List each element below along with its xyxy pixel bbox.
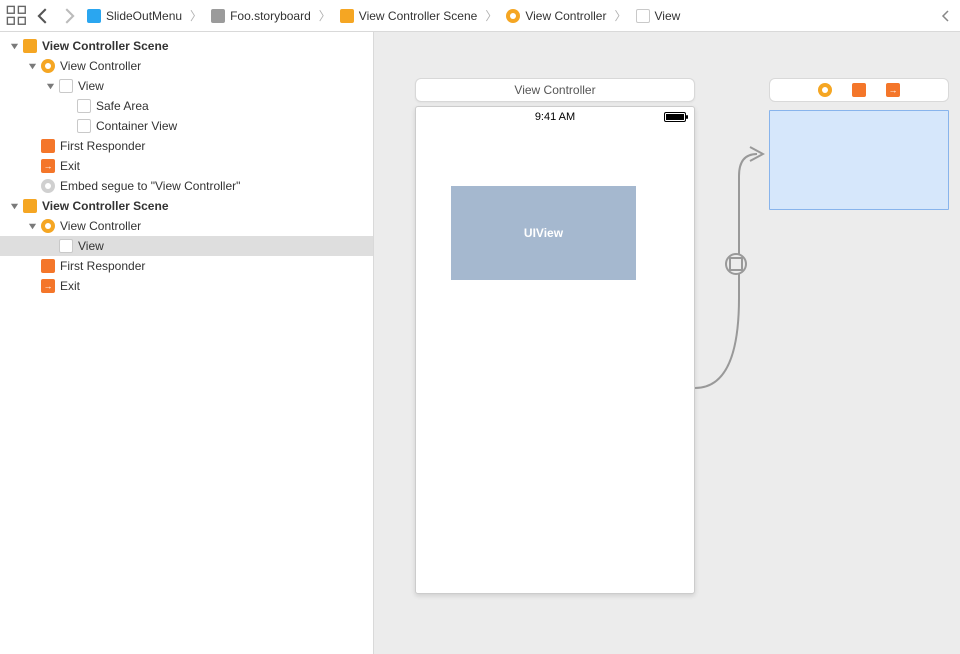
outline-viewcontroller[interactable]: View Controller bbox=[0, 216, 373, 236]
segue-icon bbox=[40, 178, 56, 194]
outline-scene[interactable]: View Controller Scene bbox=[0, 196, 373, 216]
scene-title: View Controller bbox=[514, 83, 595, 97]
crumb-label: SlideOutMenu bbox=[106, 9, 182, 23]
disclosure-triangle-icon[interactable] bbox=[26, 60, 38, 72]
outline-label: View Controller Scene bbox=[42, 39, 169, 53]
embedded-view[interactable] bbox=[769, 110, 949, 210]
outline-first-responder[interactable]: First Responder bbox=[0, 136, 373, 156]
project-icon bbox=[86, 8, 102, 24]
uiview-label: UIView bbox=[524, 226, 563, 240]
outline-viewcontroller[interactable]: View Controller bbox=[0, 56, 373, 76]
disclosure-triangle-icon[interactable] bbox=[8, 200, 20, 212]
view-icon bbox=[58, 78, 74, 94]
view-icon bbox=[635, 8, 651, 24]
outline-label: Embed segue to "View Controller" bbox=[60, 179, 240, 193]
outline-label: View bbox=[78, 239, 104, 253]
scene-icon bbox=[22, 38, 38, 54]
outline-scene[interactable]: View Controller Scene bbox=[0, 36, 373, 56]
outline-label: View Controller bbox=[60, 219, 141, 233]
collapse-editor-button[interactable] bbox=[938, 5, 954, 27]
outline-safe-area[interactable]: Safe Area bbox=[0, 96, 373, 116]
crumb-label: View bbox=[655, 9, 681, 23]
outline-label: View bbox=[78, 79, 104, 93]
viewcontroller-icon bbox=[40, 58, 56, 74]
disclosure-triangle-icon[interactable] bbox=[26, 220, 38, 232]
breadcrumb-bar: SlideOutMenu 〉 Foo.storyboard 〉 View Con… bbox=[0, 0, 960, 32]
storyboard-canvas[interactable]: View Controller 9:41 AM UIView → bbox=[374, 32, 960, 654]
outline-container-view[interactable]: Container View bbox=[0, 116, 373, 136]
scene-title-bar[interactable]: View Controller bbox=[415, 78, 695, 102]
crumb-viewcontroller[interactable]: View Controller bbox=[503, 8, 608, 24]
outline-label: View Controller Scene bbox=[42, 199, 169, 213]
first-responder-icon bbox=[40, 258, 56, 274]
outline-label: Exit bbox=[60, 279, 80, 293]
outline-view[interactable]: View bbox=[0, 76, 373, 96]
embed-segue-badge[interactable] bbox=[725, 253, 747, 275]
related-items-button[interactable] bbox=[6, 5, 28, 27]
scene-title-bar[interactable]: → bbox=[769, 78, 949, 102]
outline-exit[interactable]: → Exit bbox=[0, 156, 373, 176]
scene-icon bbox=[22, 198, 38, 214]
crumb-project[interactable]: SlideOutMenu bbox=[84, 8, 184, 24]
crumb-separator-icon: 〉 bbox=[612, 7, 628, 24]
outline-label: First Responder bbox=[60, 139, 145, 153]
view-icon bbox=[58, 238, 74, 254]
crumb-label: Foo.storyboard bbox=[230, 9, 311, 23]
disclosure-triangle-icon[interactable] bbox=[8, 40, 20, 52]
viewcontroller-icon bbox=[817, 82, 833, 98]
first-responder-icon bbox=[851, 82, 867, 98]
outline-first-responder[interactable]: First Responder bbox=[0, 256, 373, 276]
battery-icon bbox=[664, 112, 686, 122]
crumb-storyboard[interactable]: Foo.storyboard bbox=[208, 8, 313, 24]
status-time: 9:41 AM bbox=[446, 111, 664, 123]
exit-icon: → bbox=[40, 158, 56, 174]
viewcontroller-icon bbox=[505, 8, 521, 24]
exit-icon: → bbox=[885, 82, 901, 98]
view-icon bbox=[76, 118, 92, 134]
crumb-scene[interactable]: View Controller Scene bbox=[337, 8, 480, 24]
forward-button[interactable] bbox=[58, 5, 80, 27]
device-frame[interactable]: 9:41 AM bbox=[415, 106, 695, 594]
crumb-view[interactable]: View bbox=[633, 8, 683, 24]
crumb-label: View Controller Scene bbox=[359, 9, 478, 23]
outline-label: Exit bbox=[60, 159, 80, 173]
document-outline[interactable]: View Controller Scene View Controller Vi… bbox=[0, 32, 374, 654]
back-button[interactable] bbox=[32, 5, 54, 27]
safe-area-icon bbox=[76, 98, 92, 114]
outline-embed-segue[interactable]: Embed segue to "View Controller" bbox=[0, 176, 373, 196]
crumb-separator-icon: 〉 bbox=[483, 7, 499, 24]
container-view[interactable]: UIView bbox=[451, 186, 636, 280]
status-bar: 9:41 AM bbox=[416, 107, 694, 127]
outline-exit[interactable]: → Exit bbox=[0, 276, 373, 296]
crumb-label: View Controller bbox=[525, 9, 606, 23]
exit-icon: → bbox=[40, 278, 56, 294]
scene-icon bbox=[339, 8, 355, 24]
outline-label: First Responder bbox=[60, 259, 145, 273]
outline-label: Safe Area bbox=[96, 99, 149, 113]
outline-view[interactable]: View bbox=[0, 236, 373, 256]
outline-label: Container View bbox=[96, 119, 177, 133]
crumb-separator-icon: 〉 bbox=[317, 7, 333, 24]
outline-label: View Controller bbox=[60, 59, 141, 73]
first-responder-icon bbox=[40, 138, 56, 154]
disclosure-triangle-icon[interactable] bbox=[44, 80, 56, 92]
crumb-separator-icon: 〉 bbox=[188, 7, 204, 24]
viewcontroller-icon bbox=[40, 218, 56, 234]
storyboard-icon bbox=[210, 8, 226, 24]
